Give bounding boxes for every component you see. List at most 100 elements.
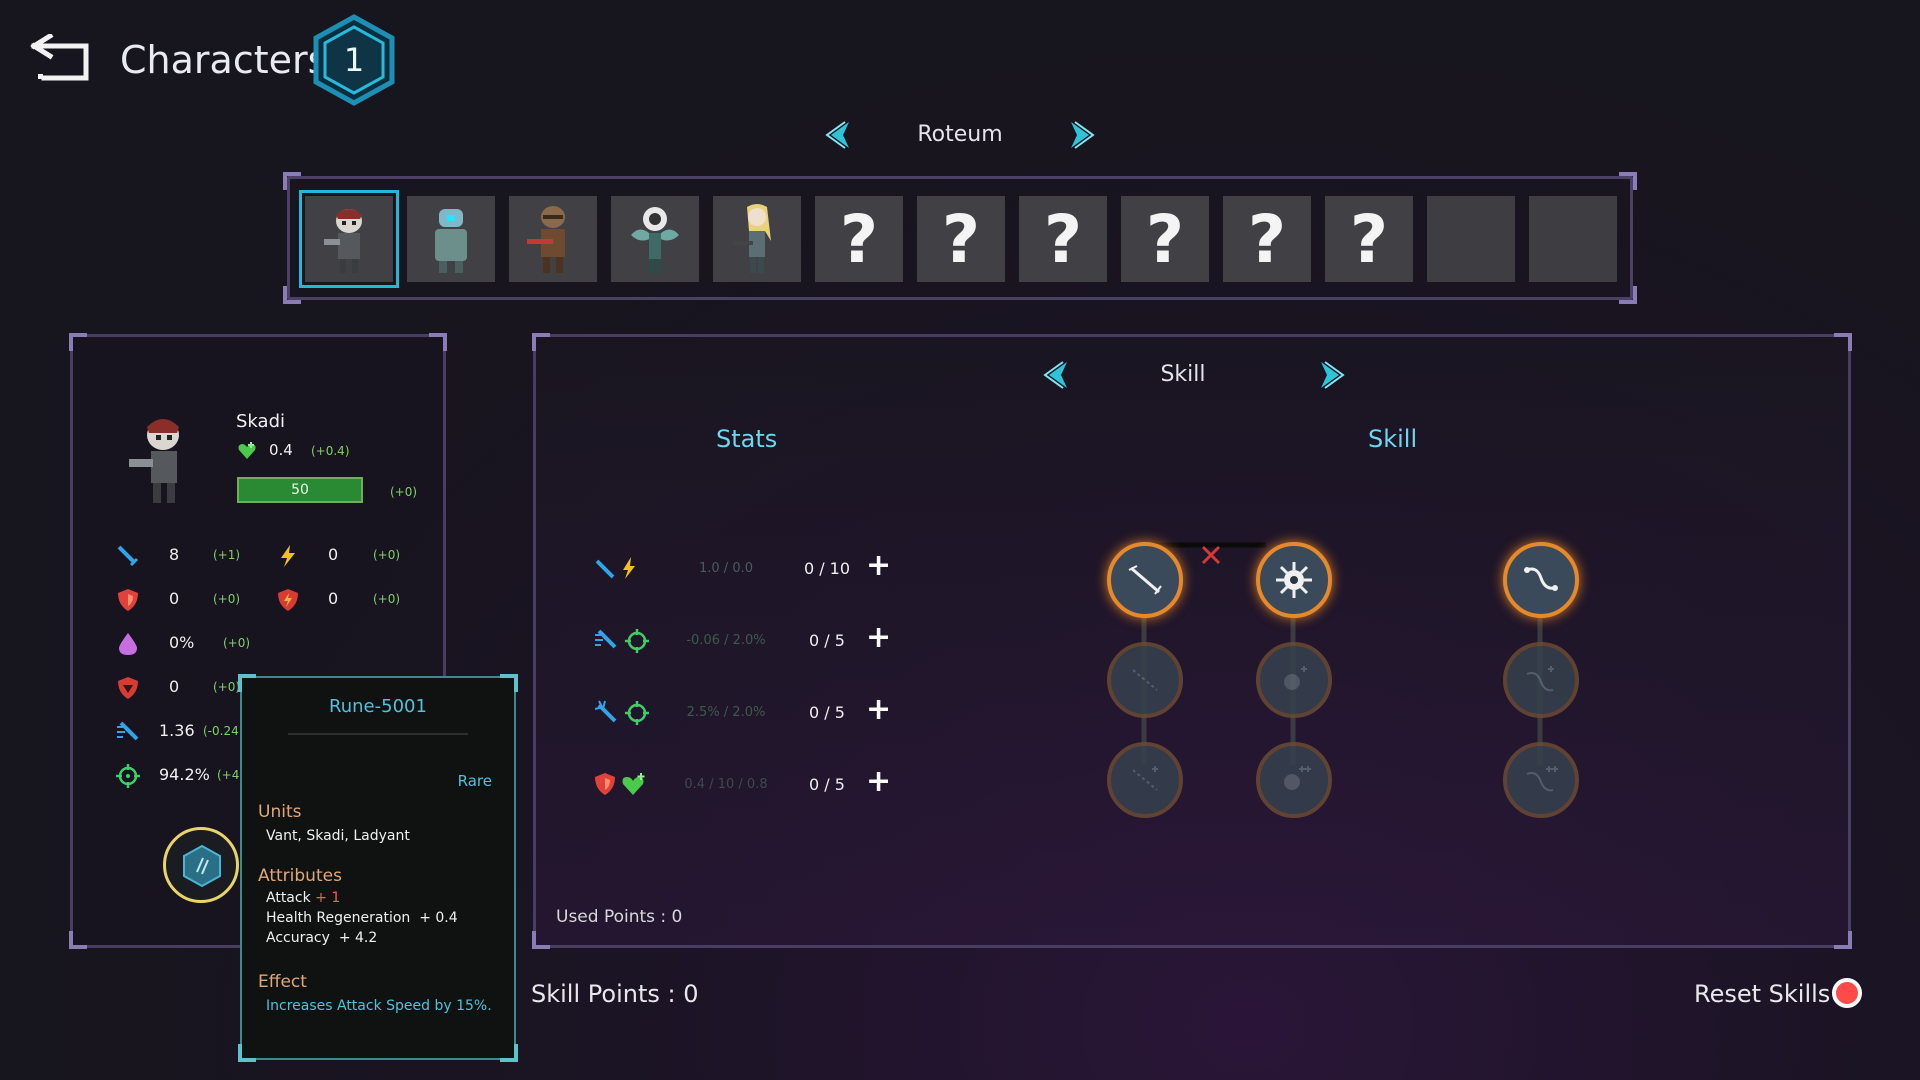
block-shield-icon xyxy=(118,677,138,699)
magic-armor-shield-icon xyxy=(278,589,298,611)
rune-slot-button[interactable] xyxy=(163,827,239,903)
attr-attack-label: Attack xyxy=(266,890,311,906)
skadi-portrait-icon xyxy=(324,209,362,273)
unknown-mark: ? xyxy=(839,200,879,278)
attack-sword-icon xyxy=(117,545,139,567)
roster-slot-skadi[interactable] xyxy=(299,190,399,288)
unknown-mark: ? xyxy=(941,200,981,278)
health-regen-icon xyxy=(238,442,256,459)
effect-heading: Effect xyxy=(258,972,307,992)
accuracy-crosshair-icon xyxy=(116,764,140,788)
skill-node-locked[interactable] xyxy=(1256,742,1332,818)
roster-slot-locked[interactable]: ? xyxy=(815,196,903,282)
attr-attack-value: + 1 xyxy=(315,890,341,906)
rune-tooltip: Rune-5001 Rare Units Vant, Skadi, Ladyan… xyxy=(238,674,518,1062)
effect-text: Increases Attack Speed by 15%. xyxy=(266,998,492,1014)
lifesteal-bonus: (+0) xyxy=(223,636,251,650)
faction-label: Roteum xyxy=(917,122,1003,147)
next-faction-arrow-icon[interactable] xyxy=(1063,118,1097,152)
skill-node-burst[interactable] xyxy=(1256,542,1332,618)
roster-slot-locked[interactable]: ? xyxy=(1019,196,1107,282)
attr-accuracy-value: + 4.2 xyxy=(338,930,378,946)
accuracy-value: 94.2% xyxy=(159,765,210,784)
skill-node-locked[interactable] xyxy=(1256,642,1332,718)
units-heading: Units xyxy=(258,802,302,822)
block-bonus: (+0) xyxy=(213,680,241,694)
attack-bonus: (+1) xyxy=(213,548,241,562)
roster-slot-4[interactable] xyxy=(611,196,699,282)
reset-skills-button[interactable] xyxy=(1832,978,1862,1008)
skill-node-arrow-strike[interactable] xyxy=(1107,542,1183,618)
attributes-heading: Attributes xyxy=(258,866,342,886)
rarity-label: Rare xyxy=(457,772,492,790)
roster-slot-locked[interactable]: ? xyxy=(1223,196,1311,282)
blonde-soldier-portrait-icon xyxy=(733,204,771,273)
hook-chain-icon xyxy=(1524,567,1558,591)
roster-slot-5[interactable] xyxy=(713,196,801,282)
attr-regen-label: Health Regeneration xyxy=(266,910,411,926)
level-badge: 1 xyxy=(312,14,396,106)
roster-slot-locked[interactable]: ? xyxy=(1121,196,1209,282)
unknown-mark: ? xyxy=(1349,200,1389,278)
level-badge-value: 1 xyxy=(343,41,365,79)
attr-regen-value: + 0.4 xyxy=(419,910,458,926)
gunner-portrait-icon xyxy=(527,206,565,273)
lifesteal-drop-icon xyxy=(119,633,137,655)
health-bar-value: 50 xyxy=(291,482,309,498)
skill-node-locked[interactable] xyxy=(1503,742,1579,818)
reset-skills-label[interactable]: Reset Skills xyxy=(1694,980,1830,1008)
armor-value: 0 xyxy=(169,589,180,608)
health-bar: 50 xyxy=(237,477,363,503)
attr-regen-row: Health Regeneration + 0.4 xyxy=(266,910,458,926)
burst-gear-icon xyxy=(1284,666,1307,690)
skill-points-label: Skill Points : 0 xyxy=(531,980,699,1008)
roster-slot-empty xyxy=(1529,196,1617,282)
attack-speed-icon xyxy=(117,721,139,741)
roster-slot-3[interactable] xyxy=(509,196,597,282)
lightning-bonus: (+0) xyxy=(373,548,401,562)
attack-value: 8 xyxy=(169,545,180,564)
attack-speed-value: 1.36 xyxy=(159,721,195,740)
skill-node-locked[interactable] xyxy=(1107,742,1183,818)
magic-armor-bonus: (+0) xyxy=(373,592,401,606)
skill-node-hook[interactable] xyxy=(1503,542,1579,618)
back-arrow-icon[interactable] xyxy=(28,32,92,84)
roster-slot-2[interactable] xyxy=(407,196,495,282)
skadi-avatar xyxy=(129,419,179,503)
armor-bonus: (+0) xyxy=(213,592,241,606)
hook-chain-icon xyxy=(1526,666,1554,692)
magic-armor-value: 0 xyxy=(328,589,339,608)
lightning-value: 0 xyxy=(328,545,339,564)
page-title: Characters xyxy=(120,38,328,82)
hook-chain-icon xyxy=(1526,766,1558,792)
lifesteal-value: 0% xyxy=(169,633,195,652)
units-list: Vant, Skadi, Ladyant xyxy=(266,828,410,844)
unknown-mark: ? xyxy=(1247,200,1287,278)
character-name: Skadi xyxy=(236,411,285,432)
burst-gear-icon xyxy=(1284,766,1311,790)
block-value: 0 xyxy=(169,677,180,696)
attr-accuracy-row: Accuracy + 4.2 xyxy=(266,930,377,946)
roster-slot-empty xyxy=(1427,196,1515,282)
fairy-portrait-icon xyxy=(631,207,679,273)
used-points-label: Used Points : 0 xyxy=(556,907,683,927)
robot-portrait-icon xyxy=(435,209,467,273)
roster-slot-locked[interactable]: ? xyxy=(1325,196,1413,282)
arrow-strike-icon xyxy=(1132,669,1158,691)
burst-gear-icon xyxy=(1276,562,1312,598)
skill-node-locked[interactable] xyxy=(1503,642,1579,718)
arrow-strike-icon xyxy=(1132,766,1158,791)
attr-attack-row: Attack + 1 xyxy=(266,890,340,906)
attr-accuracy-label: Accuracy xyxy=(266,930,330,946)
arrow-strike-icon xyxy=(1128,565,1162,595)
attack-speed-bonus: (-0.24 xyxy=(203,724,239,738)
skill-panel: Skill Stats Skill 1.0 / 0.0 0 / 10 + -0.… xyxy=(532,333,1852,949)
skill-node-locked[interactable] xyxy=(1107,642,1183,718)
roster-slot-locked[interactable]: ? xyxy=(917,196,1005,282)
skill-tree-connectors xyxy=(1141,542,1543,765)
prev-faction-arrow-icon[interactable] xyxy=(823,118,857,152)
rune-hexagon-icon xyxy=(183,844,221,888)
health-regen-bonus: (+0.4) xyxy=(311,444,350,458)
character-roster: ? ? ? ? ? ? xyxy=(283,172,1637,304)
health-bonus: (+0) xyxy=(390,485,418,499)
